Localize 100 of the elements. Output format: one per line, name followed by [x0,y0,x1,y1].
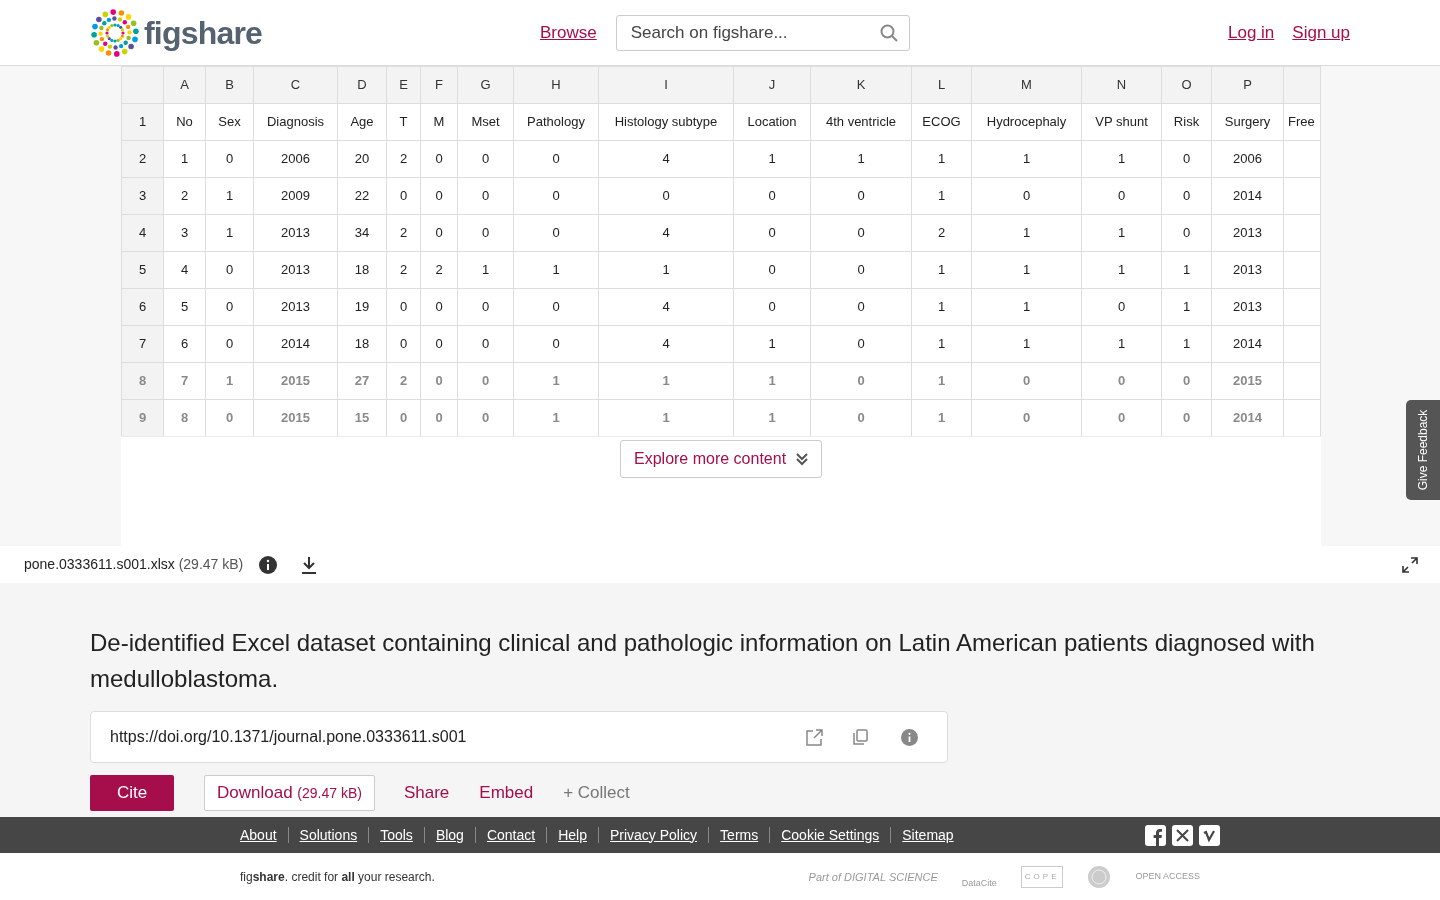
table-cell: 0 [399,188,408,204]
table-cell: 1 [1117,336,1126,352]
table-cell: 18 [354,336,370,352]
footer-link[interactable]: Contact [486,824,536,846]
external-link-icon[interactable] [806,728,823,746]
table-cell: 0 [399,299,408,315]
table-cell: 0 [225,410,234,426]
action-link[interactable]: Embed [479,780,534,806]
action-link[interactable]: Share [403,780,450,806]
signup-link[interactable]: Sign up [1292,19,1350,46]
table-cell: 0 [857,336,865,352]
footer-link[interactable]: Cookie Settings [781,824,880,846]
row-number: 6 [138,299,147,315]
column-letter: A [180,77,189,93]
table-cell: Location [747,114,797,130]
table-cell: 0 [481,225,490,241]
table-cell: 0 [857,225,865,241]
explore-more-button[interactable]: Explore more content [620,440,823,478]
column-letter: G [480,77,491,93]
table-cell: 1 [662,262,670,278]
footer-link[interactable]: About [240,824,277,846]
browse-link[interactable]: Browse [540,20,597,46]
table-cell: 2 [399,225,408,241]
table-cell: 1 [768,410,776,426]
table-cell: 0 [225,336,234,352]
info-icon[interactable] [259,555,278,574]
table-cell: 0 [1182,225,1191,241]
table-cell: Age [350,114,374,130]
column-letter: B [225,77,234,93]
column-letter: I [664,77,668,93]
table-cell: 2015 [281,373,310,389]
table-cell: 1 [552,373,560,389]
table-cell: 0 [1182,151,1191,167]
footer-link[interactable]: Blog [435,824,464,846]
facebook-icon[interactable] [1145,824,1166,846]
footer-link[interactable]: Sitemap [902,824,954,846]
column-letter: D [357,77,367,93]
x-icon[interactable] [1172,824,1193,846]
chevron-double-down-icon [796,452,809,466]
table-cell: 2013 [1233,225,1262,241]
table-cell: 0 [552,336,560,352]
table-cell: 2013 [281,225,310,241]
table-cell: 4 [662,225,670,241]
table-cell: 0 [1117,299,1126,315]
table-cell: Sex [218,114,241,130]
search-icon[interactable] [879,24,898,42]
table-cell: 0 [435,336,443,352]
table-cell: 0 [857,373,865,389]
table-cell: 2 [399,151,408,167]
vimeo-icon[interactable] [1199,824,1220,846]
table-cell: 4th ventricle [825,114,897,130]
table-cell: 0 [435,188,443,204]
table-cell: 22 [354,188,370,204]
table-cell: 2006 [1233,151,1262,167]
table-cell: 0 [481,299,490,315]
doi-field[interactable]: https://doi.org/10.1371/journal.pone.0333611.s001 [90,711,948,763]
collect-link[interactable]: + Collect [563,780,630,806]
table-cell: 0 [481,151,490,167]
footer-link[interactable]: Help [558,824,587,846]
logo-text[interactable]: figshare [144,8,263,57]
table-cell: 1 [937,188,946,204]
table-cell: 2013 [1233,262,1262,278]
table-cell: 6 [180,336,189,352]
table-cell: 1 [552,410,560,426]
download-button[interactable]: Download (29.47 kB) [204,775,375,811]
table-cell: 0 [435,151,443,167]
login-link[interactable]: Log in [1228,19,1275,46]
table-cell: 0 [481,336,490,352]
table-cell: 2 [399,373,408,389]
table-cell: 0 [225,151,234,167]
row-number: 4 [138,225,147,241]
expand-icon[interactable] [1402,556,1418,573]
table-cell: 18 [354,262,370,278]
feedback-tab[interactable]: Give Feedback [1406,400,1440,500]
table-cell: 2013 [281,299,310,315]
cite-button[interactable]: Cite [90,775,174,811]
table-cell: T [399,114,408,130]
table-cell: 19 [354,299,370,315]
table-cell: 1 [662,373,670,389]
footer-link[interactable]: Privacy Policy [609,824,698,846]
footer-link[interactable]: Tools [380,824,413,846]
table-cell: 1 [1182,299,1191,315]
table-cell: 1 [937,262,946,278]
footer-link[interactable]: Terms [720,824,759,846]
table-cell: 0 [857,188,865,204]
column-letter: O [1181,77,1192,93]
table-cell: 0 [768,188,776,204]
table-cell: 2 [937,225,946,241]
table-cell: 1 [552,262,560,278]
table-cell: VP shunt [1095,114,1148,130]
table-cell: 0 [768,299,776,315]
search-field[interactable]: Search on figshare... [615,15,910,51]
table-cell: Risk [1173,114,1200,130]
table-cell: Free [1288,114,1315,130]
footer-link[interactable]: Solutions [299,824,358,846]
table-cell: 0 [857,262,865,278]
download-icon[interactable] [301,555,318,574]
copy-icon[interactable] [853,729,868,745]
table-cell: 27 [354,373,370,389]
table-cell: 1 [225,373,234,389]
